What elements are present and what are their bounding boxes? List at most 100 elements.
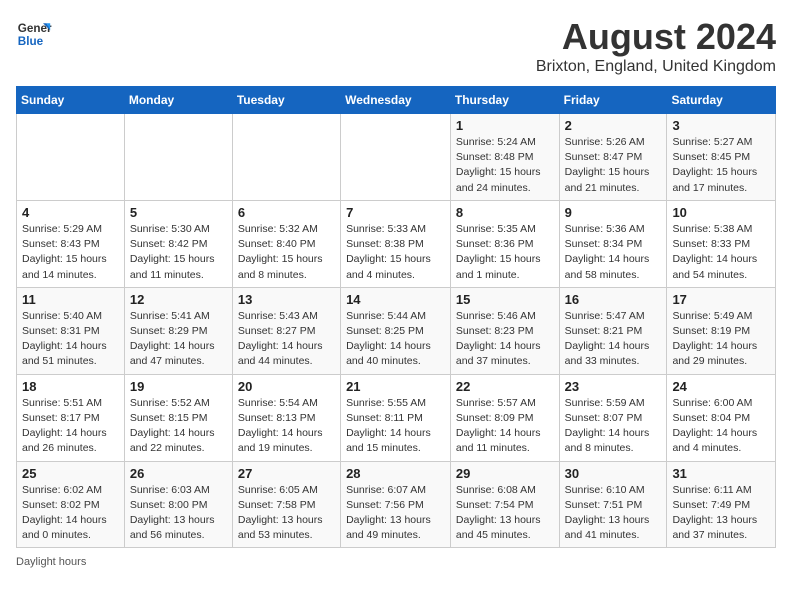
day-number: 30 <box>565 466 662 481</box>
weekday-header-row: SundayMondayTuesdayWednesdayThursdayFrid… <box>17 87 776 114</box>
calendar-cell: 25Sunrise: 6:02 AM Sunset: 8:02 PM Dayli… <box>17 461 125 548</box>
day-number: 6 <box>238 205 335 220</box>
weekday-header: Thursday <box>450 87 559 114</box>
weekday-header: Wednesday <box>341 87 451 114</box>
day-info: Sunrise: 5:26 AM Sunset: 8:47 PM Dayligh… <box>565 135 662 196</box>
calendar-cell: 21 Sunrise: 5:55 AM Sunset: 8:11 PM Dayli… <box>341 374 451 461</box>
day-info: Sunrise: 5:40 AM Sunset: 8:31 PM Dayligh… <box>22 309 119 370</box>
day-info: Sunrise: 5:47 AM Sunset: 8:21 PM Dayligh… <box>565 309 662 370</box>
day-number: 8 <box>456 205 554 220</box>
day-number: 10 <box>672 205 770 220</box>
day-number: 31 <box>672 466 770 481</box>
day-info: Sunrise: 5:52 AM Sunset: 8:15 PM Dayligh… <box>130 396 227 457</box>
calendar-cell: 31 Sunrise: 6:11 AM Sunset: 7:49 PM Dayli… <box>667 461 776 548</box>
day-number: 12 <box>130 292 227 307</box>
calendar-cell: 18 Sunrise: 5:51 AM Sunset: 8:17 PM Dayli… <box>17 374 125 461</box>
calendar-week-row: 18 Sunrise: 5:51 AM Sunset: 8:17 PM Dayli… <box>17 374 776 461</box>
day-number: 22 <box>456 379 554 394</box>
footer-note: Daylight hours <box>16 556 776 568</box>
calendar-cell <box>124 114 232 201</box>
day-number: 27 <box>238 466 335 481</box>
day-info: Sunrise: 6:03 AM Sunset: 8:00 PM Dayligh… <box>130 483 227 544</box>
day-info: Sunrise: 5:30 AM Sunset: 8:42 PM Dayligh… <box>130 222 227 283</box>
day-number: 25 <box>22 466 119 481</box>
day-info: Sunrise: 5:32 AM Sunset: 8:40 PM Dayligh… <box>238 222 335 283</box>
calendar-cell: 2Sunrise: 5:26 AM Sunset: 8:47 PM Daylig… <box>559 114 667 201</box>
calendar-cell: 19 Sunrise: 5:52 AM Sunset: 8:15 PM Dayli… <box>124 374 232 461</box>
calendar-cell: 13Sunrise: 5:43 AM Sunset: 8:27 PM Dayli… <box>232 287 340 374</box>
day-number: 14 <box>346 292 445 307</box>
calendar-cell: 15 Sunrise: 5:46 AM Sunset: 8:23 PM Dayli… <box>450 287 559 374</box>
day-number: 4 <box>22 205 119 220</box>
calendar-cell: 30Sunrise: 6:10 AM Sunset: 7:51 PM Dayli… <box>559 461 667 548</box>
day-info: Sunrise: 6:11 AM Sunset: 7:49 PM Dayligh… <box>672 483 770 544</box>
calendar-week-row: 1 Sunrise: 5:24 AM Sunset: 8:48 PM Daylig… <box>17 114 776 201</box>
svg-text:Blue: Blue <box>18 35 44 48</box>
day-info: Sunrise: 6:07 AM Sunset: 7:56 PM Dayligh… <box>346 483 445 544</box>
day-info: Sunrise: 5:54 AM Sunset: 8:13 PM Dayligh… <box>238 396 335 457</box>
calendar-week-row: 25Sunrise: 6:02 AM Sunset: 8:02 PM Dayli… <box>17 461 776 548</box>
calendar-cell: 22Sunrise: 5:57 AM Sunset: 8:09 PM Dayli… <box>450 374 559 461</box>
calendar-cell: 28 Sunrise: 6:07 AM Sunset: 7:56 PM Dayli… <box>341 461 451 548</box>
day-info: Sunrise: 5:38 AM Sunset: 8:33 PM Dayligh… <box>672 222 770 283</box>
weekday-header: Saturday <box>667 87 776 114</box>
calendar-table: SundayMondayTuesdayWednesdayThursdayFrid… <box>16 86 776 548</box>
calendar-cell: 16Sunrise: 5:47 AM Sunset: 8:21 PM Dayli… <box>559 287 667 374</box>
calendar-cell: 17 Sunrise: 5:49 AM Sunset: 8:19 PM Dayli… <box>667 287 776 374</box>
day-number: 28 <box>346 466 445 481</box>
weekday-header: Friday <box>559 87 667 114</box>
calendar-cell: 7 Sunrise: 5:33 AM Sunset: 8:38 PM Daylig… <box>341 200 451 287</box>
day-number: 24 <box>672 379 770 394</box>
day-info: Sunrise: 5:36 AM Sunset: 8:34 PM Dayligh… <box>565 222 662 283</box>
header: General Blue August 2024 Brixton, Englan… <box>16 16 776 76</box>
day-number: 5 <box>130 205 227 220</box>
day-info: Sunrise: 6:00 AM Sunset: 8:04 PM Dayligh… <box>672 396 770 457</box>
day-number: 19 <box>130 379 227 394</box>
day-info: Sunrise: 5:59 AM Sunset: 8:07 PM Dayligh… <box>565 396 662 457</box>
calendar-cell: 9 Sunrise: 5:36 AM Sunset: 8:34 PM Daylig… <box>559 200 667 287</box>
day-number: 7 <box>346 205 445 220</box>
day-info: Sunrise: 5:24 AM Sunset: 8:48 PM Dayligh… <box>456 135 554 196</box>
weekday-header: Sunday <box>17 87 125 114</box>
page-subtitle: Brixton, England, United Kingdom <box>536 58 776 76</box>
calendar-cell: 10 Sunrise: 5:38 AM Sunset: 8:33 PM Dayli… <box>667 200 776 287</box>
calendar-cell: 12Sunrise: 5:41 AM Sunset: 8:29 PM Dayli… <box>124 287 232 374</box>
day-number: 20 <box>238 379 335 394</box>
day-number: 15 <box>456 292 554 307</box>
calendar-cell: 23 Sunrise: 5:59 AM Sunset: 8:07 PM Dayli… <box>559 374 667 461</box>
day-info: Sunrise: 5:49 AM Sunset: 8:19 PM Dayligh… <box>672 309 770 370</box>
calendar-cell <box>17 114 125 201</box>
weekday-header: Monday <box>124 87 232 114</box>
calendar-week-row: 11Sunrise: 5:40 AM Sunset: 8:31 PM Dayli… <box>17 287 776 374</box>
day-number: 9 <box>565 205 662 220</box>
calendar-cell: 20 Sunrise: 5:54 AM Sunset: 8:13 PM Dayli… <box>232 374 340 461</box>
calendar-cell: 4Sunrise: 5:29 AM Sunset: 8:43 PM Daylig… <box>17 200 125 287</box>
day-number: 18 <box>22 379 119 394</box>
calendar-cell <box>232 114 340 201</box>
day-info: Sunrise: 5:35 AM Sunset: 8:36 PM Dayligh… <box>456 222 554 283</box>
calendar-cell: 24 Sunrise: 6:00 AM Sunset: 8:04 PM Dayli… <box>667 374 776 461</box>
calendar-cell: 8 Sunrise: 5:35 AM Sunset: 8:36 PM Daylig… <box>450 200 559 287</box>
calendar-cell: 29Sunrise: 6:08 AM Sunset: 7:54 PM Dayli… <box>450 461 559 548</box>
calendar-header: SundayMondayTuesdayWednesdayThursdayFrid… <box>17 87 776 114</box>
logo-icon: General Blue <box>16 16 52 52</box>
day-info: Sunrise: 5:55 AM Sunset: 8:11 PM Dayligh… <box>346 396 445 457</box>
day-number: 3 <box>672 118 770 133</box>
day-info: Sunrise: 6:05 AM Sunset: 7:58 PM Dayligh… <box>238 483 335 544</box>
calendar-cell: 14Sunrise: 5:44 AM Sunset: 8:25 PM Dayli… <box>341 287 451 374</box>
calendar-cell: 5 Sunrise: 5:30 AM Sunset: 8:42 PM Daylig… <box>124 200 232 287</box>
day-number: 23 <box>565 379 662 394</box>
day-info: Sunrise: 5:27 AM Sunset: 8:45 PM Dayligh… <box>672 135 770 196</box>
day-number: 1 <box>456 118 554 133</box>
day-number: 21 <box>346 379 445 394</box>
calendar-body: 1 Sunrise: 5:24 AM Sunset: 8:48 PM Daylig… <box>17 114 776 548</box>
day-info: Sunrise: 5:33 AM Sunset: 8:38 PM Dayligh… <box>346 222 445 283</box>
day-number: 17 <box>672 292 770 307</box>
calendar-cell: 27 Sunrise: 6:05 AM Sunset: 7:58 PM Dayli… <box>232 461 340 548</box>
day-info: Sunrise: 5:46 AM Sunset: 8:23 PM Dayligh… <box>456 309 554 370</box>
calendar-week-row: 4Sunrise: 5:29 AM Sunset: 8:43 PM Daylig… <box>17 200 776 287</box>
day-info: Sunrise: 5:43 AM Sunset: 8:27 PM Dayligh… <box>238 309 335 370</box>
weekday-header: Tuesday <box>232 87 340 114</box>
day-info: Sunrise: 5:51 AM Sunset: 8:17 PM Dayligh… <box>22 396 119 457</box>
calendar-cell: 1 Sunrise: 5:24 AM Sunset: 8:48 PM Daylig… <box>450 114 559 201</box>
